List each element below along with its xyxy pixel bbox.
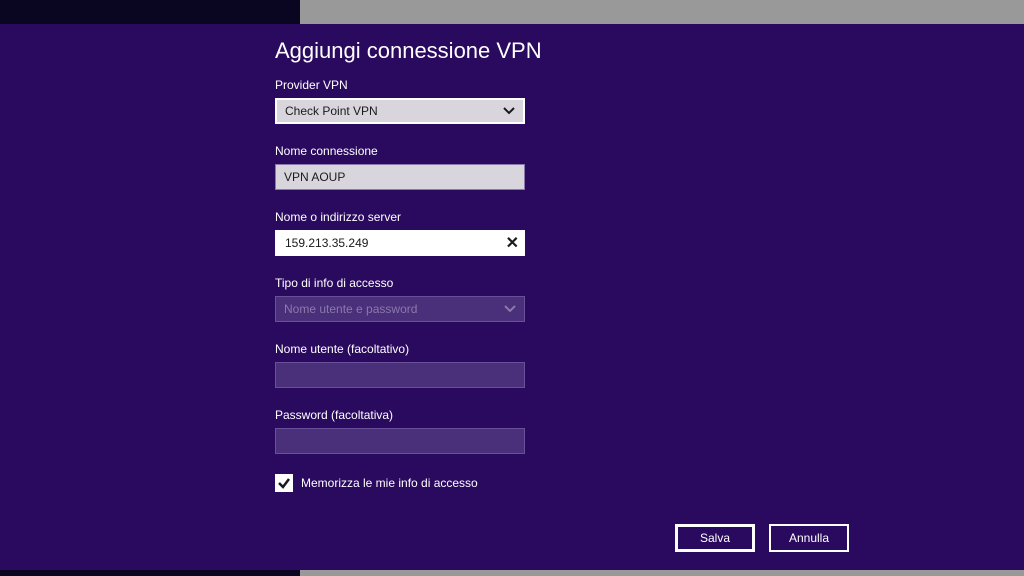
chevron-down-icon	[503, 104, 515, 118]
server-input[interactable]	[275, 230, 525, 256]
remember-checkbox-row: Memorizza le mie info di accesso	[275, 474, 875, 492]
username-label: Nome utente (facoltativo)	[275, 342, 875, 356]
password-label: Password (facoltativa)	[275, 408, 875, 422]
connection-name-field-group: Nome connessione	[275, 144, 875, 190]
signin-type-value: Nome utente e password	[284, 302, 417, 316]
signin-type-select: Nome utente e password	[275, 296, 525, 322]
connection-name-label: Nome connessione	[275, 144, 875, 158]
password-field-group: Password (facoltativa)	[275, 408, 875, 454]
cancel-button[interactable]: Annulla	[769, 524, 849, 552]
dialog-title: Aggiungi connessione VPN	[275, 38, 875, 64]
server-label: Nome o indirizzo server	[275, 210, 875, 224]
remember-label: Memorizza le mie info di accesso	[301, 476, 478, 490]
remember-checkbox[interactable]	[275, 474, 293, 492]
username-input[interactable]	[275, 362, 525, 388]
checkmark-icon	[277, 476, 291, 490]
window-chrome-bottom-dark	[0, 570, 300, 576]
signin-type-field-group: Tipo di info di accesso Nome utente e pa…	[275, 276, 875, 322]
provider-field-group: Provider VPN Check Point VPN	[275, 78, 875, 124]
window-chrome-top-dark	[0, 0, 300, 24]
username-field-group: Nome utente (facoltativo)	[275, 342, 875, 388]
provider-select[interactable]: Check Point VPN	[275, 98, 525, 124]
dialog-button-row: Salva Annulla	[675, 524, 849, 552]
vpn-settings-panel: Aggiungi connessione VPN Provider VPN Ch…	[0, 24, 1024, 570]
clear-icon[interactable]: ✕	[506, 233, 519, 253]
save-button[interactable]: Salva	[675, 524, 755, 552]
server-field-group: Nome o indirizzo server ✕	[275, 210, 875, 256]
chevron-down-icon	[504, 302, 516, 316]
signin-type-label: Tipo di info di accesso	[275, 276, 875, 290]
provider-label: Provider VPN	[275, 78, 875, 92]
connection-name-input[interactable]	[275, 164, 525, 190]
password-input[interactable]	[275, 428, 525, 454]
form-content: Aggiungi connessione VPN Provider VPN Ch…	[275, 38, 875, 492]
provider-value: Check Point VPN	[285, 104, 378, 118]
